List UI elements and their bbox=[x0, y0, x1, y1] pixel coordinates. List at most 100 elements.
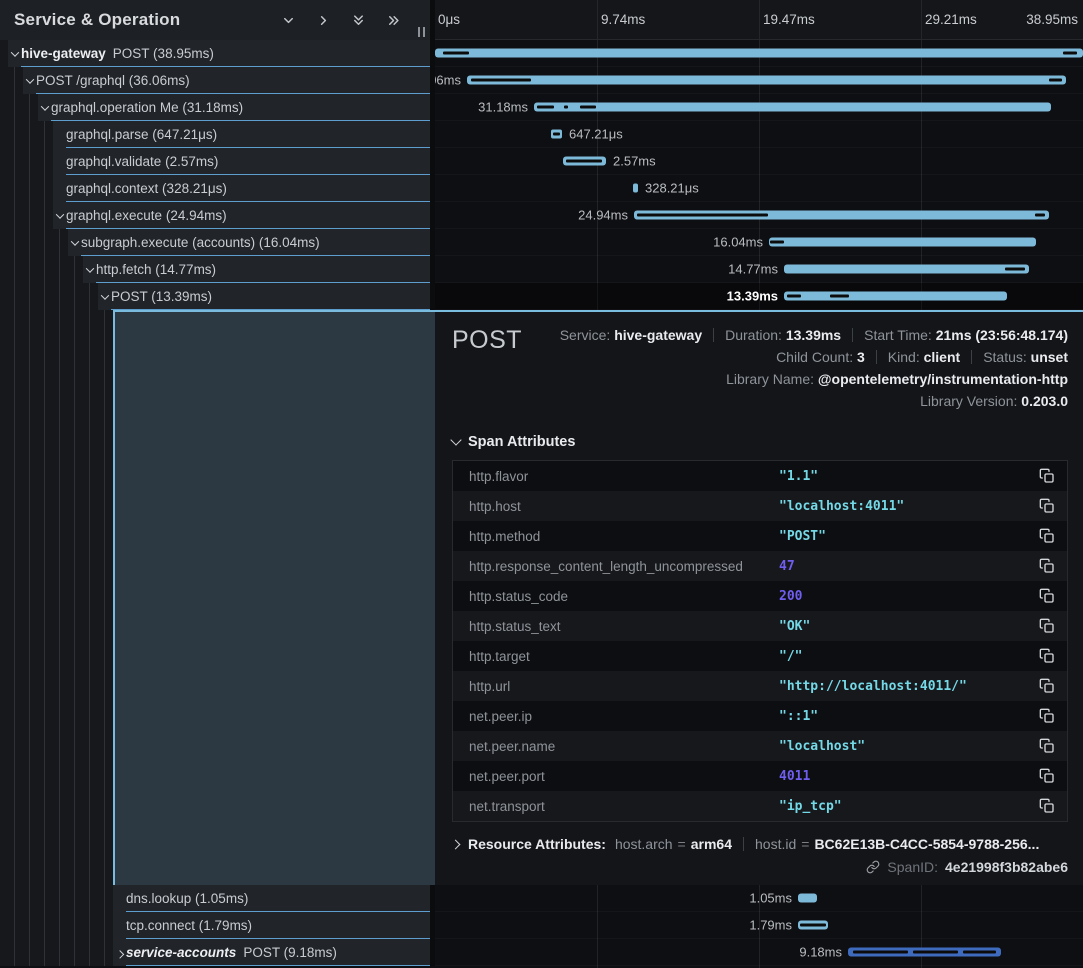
span-duration-label: 24.94ms bbox=[578, 208, 628, 223]
expand-chevron-icon[interactable] bbox=[113, 939, 126, 966]
span-bar[interactable] bbox=[467, 76, 1066, 85]
copy-icon[interactable] bbox=[1039, 678, 1055, 694]
link-icon[interactable] bbox=[866, 860, 880, 874]
copy-icon[interactable] bbox=[1039, 558, 1055, 574]
span-tree-cell[interactable]: dns.lookup (1.05ms) bbox=[0, 885, 430, 912]
trace-row[interactable]: graphql.validate (2.57ms) 2.57ms bbox=[0, 148, 1083, 175]
span-label: tcp.connect (1.79ms) bbox=[126, 912, 430, 939]
expand-chevron-icon[interactable] bbox=[68, 229, 81, 256]
span-tree-cell[interactable]: graphql.execute (24.94ms) bbox=[0, 202, 430, 229]
span-attributes-header[interactable]: Span Attributes bbox=[452, 434, 1068, 450]
span-bar-cell[interactable]: 328.21μs bbox=[435, 175, 1083, 202]
span-tree-cell[interactable]: POST (13.39ms) bbox=[0, 283, 430, 310]
span-bar-cell[interactable]: 2.57ms bbox=[435, 148, 1083, 175]
span-bar-cell[interactable]: 1.79ms bbox=[435, 912, 1083, 939]
span-tree-cell[interactable]: graphql.context (328.21μs) bbox=[0, 175, 430, 202]
trace-row[interactable]: POST (13.39ms) 13.39ms bbox=[0, 283, 1083, 310]
copy-icon[interactable] bbox=[1039, 708, 1055, 724]
attribute-row[interactable]: net.transport "ip_tcp" bbox=[453, 791, 1067, 821]
span-bar[interactable] bbox=[534, 103, 1051, 112]
span-id-value[interactable]: 4e21998f3b82abe6 bbox=[945, 859, 1068, 875]
attribute-row[interactable]: http.url "http://localhost:4011/" bbox=[453, 671, 1067, 701]
trace-row[interactable]: graphql.execute (24.94ms) 24.94ms bbox=[0, 202, 1083, 229]
detail-meta-label: Kind: bbox=[888, 349, 924, 365]
span-tree-cell[interactable]: tcp.connect (1.79ms) bbox=[0, 912, 430, 939]
trace-row[interactable]: service-accounts POST (9.18ms) 9.18ms bbox=[0, 939, 1083, 966]
span-bar-cell[interactable]: 24.94ms bbox=[435, 202, 1083, 229]
copy-icon[interactable] bbox=[1039, 588, 1055, 604]
trace-row[interactable]: subgraph.execute (accounts) (16.04ms) 16… bbox=[0, 229, 1083, 256]
span-bar-cell[interactable]: 16.04ms bbox=[435, 229, 1083, 256]
expand-chevron-icon[interactable] bbox=[38, 94, 51, 121]
attribute-row[interactable]: net.peer.ip "::1" bbox=[453, 701, 1067, 731]
span-bar[interactable] bbox=[784, 292, 1007, 301]
span-operation: graphql.parse (647.21μs) bbox=[66, 127, 217, 142]
span-tree-cell[interactable]: graphql.validate (2.57ms) bbox=[0, 148, 430, 175]
critical-path-segment bbox=[443, 52, 469, 55]
span-bar[interactable] bbox=[633, 184, 638, 193]
span-bar-cell[interactable]: 13.39ms bbox=[435, 283, 1083, 310]
span-bar[interactable] bbox=[784, 265, 1029, 274]
trace-row[interactable]: graphql.context (328.21μs) 328.21μs bbox=[0, 175, 1083, 202]
expand-chevron-icon[interactable] bbox=[98, 283, 111, 310]
span-bar[interactable] bbox=[798, 921, 828, 930]
resource-attributes-row[interactable]: Resource Attributes: host.arch=arm64host… bbox=[452, 836, 1068, 852]
span-bar-cell[interactable]: 31.18ms bbox=[435, 94, 1083, 121]
span-tree-cell[interactable]: subgraph.execute (accounts) (16.04ms) bbox=[0, 229, 430, 256]
span-bar[interactable] bbox=[634, 211, 1049, 220]
attribute-row[interactable]: net.peer.port 4011 bbox=[453, 761, 1067, 791]
span-bar[interactable] bbox=[435, 49, 1083, 58]
copy-icon[interactable] bbox=[1039, 738, 1055, 754]
resource-attribute-value: BC62E13B-C4CC-5854-9788-256... bbox=[814, 836, 1039, 852]
attribute-row[interactable]: http.response_content_length_uncompresse… bbox=[453, 551, 1067, 581]
expand-chevron-icon[interactable] bbox=[8, 40, 21, 67]
copy-icon[interactable] bbox=[1039, 798, 1055, 814]
span-bar[interactable] bbox=[798, 894, 817, 903]
expand-chevron-icon[interactable] bbox=[23, 67, 36, 94]
copy-icon[interactable] bbox=[1039, 768, 1055, 784]
span-bar-cell[interactable]: 647.21μs bbox=[435, 121, 1083, 148]
span-tree-cell[interactable]: graphql.parse (647.21μs) bbox=[0, 121, 430, 148]
span-tree-cell[interactable]: hive-gateway POST (38.95ms) bbox=[0, 40, 430, 67]
attribute-row[interactable]: http.flavor "1.1" bbox=[453, 461, 1067, 491]
attribute-row[interactable]: http.host "localhost:4011" bbox=[453, 491, 1067, 521]
span-bar[interactable] bbox=[563, 157, 606, 166]
span-bar-cell[interactable]: 9.18ms bbox=[435, 939, 1083, 966]
chevron-right-icon[interactable] bbox=[310, 7, 336, 33]
attribute-row[interactable]: http.status_code 200 bbox=[453, 581, 1067, 611]
double-chevron-right-icon[interactable] bbox=[380, 7, 406, 33]
attribute-row[interactable]: http.status_text "OK" bbox=[453, 611, 1067, 641]
span-tree-cell[interactable]: graphql.operation Me (31.18ms) bbox=[0, 94, 430, 121]
copy-icon[interactable] bbox=[1039, 618, 1055, 634]
critical-path-segment bbox=[580, 106, 596, 109]
trace-row[interactable]: graphql.parse (647.21μs) 647.21μs bbox=[0, 121, 1083, 148]
span-bar[interactable] bbox=[551, 130, 562, 139]
trace-row[interactable]: graphql.operation Me (31.18ms) 31.18ms bbox=[0, 94, 1083, 121]
span-bar-cell[interactable]: 1.05ms bbox=[435, 885, 1083, 912]
span-tree-cell[interactable]: POST /graphql (36.06ms) bbox=[0, 67, 430, 94]
expand-chevron-icon[interactable] bbox=[83, 256, 96, 283]
span-tree-cell[interactable]: service-accounts POST (9.18ms) bbox=[0, 939, 430, 966]
span-bar-cell[interactable]: 36.06ms bbox=[435, 67, 1083, 94]
span-bar[interactable] bbox=[769, 238, 1036, 247]
double-chevron-down-icon[interactable] bbox=[345, 7, 371, 33]
trace-row[interactable]: dns.lookup (1.05ms) 1.05ms bbox=[0, 885, 1083, 912]
copy-icon[interactable] bbox=[1039, 528, 1055, 544]
chevron-down-icon[interactable] bbox=[275, 7, 301, 33]
span-bar-cell[interactable] bbox=[435, 40, 1083, 67]
trace-row[interactable]: hive-gateway POST (38.95ms) bbox=[0, 40, 1083, 67]
trace-row[interactable]: tcp.connect (1.79ms) 1.79ms bbox=[0, 912, 1083, 939]
attribute-row[interactable]: http.method "POST" bbox=[453, 521, 1067, 551]
expand-chevron-icon[interactable] bbox=[53, 202, 66, 229]
panel-resize-grip[interactable] bbox=[416, 25, 427, 39]
copy-icon[interactable] bbox=[1039, 468, 1055, 484]
trace-row[interactable]: http.fetch (14.77ms) 14.77ms bbox=[0, 256, 1083, 283]
span-bar-cell[interactable]: 14.77ms bbox=[435, 256, 1083, 283]
span-tree-cell[interactable]: http.fetch (14.77ms) bbox=[0, 256, 430, 283]
copy-icon[interactable] bbox=[1039, 498, 1055, 514]
attribute-row[interactable]: net.peer.name "localhost" bbox=[453, 731, 1067, 761]
span-bar[interactable] bbox=[848, 948, 1001, 957]
copy-icon[interactable] bbox=[1039, 648, 1055, 664]
trace-row[interactable]: POST /graphql (36.06ms) 36.06ms bbox=[0, 67, 1083, 94]
attribute-row[interactable]: http.target "/" bbox=[453, 641, 1067, 671]
